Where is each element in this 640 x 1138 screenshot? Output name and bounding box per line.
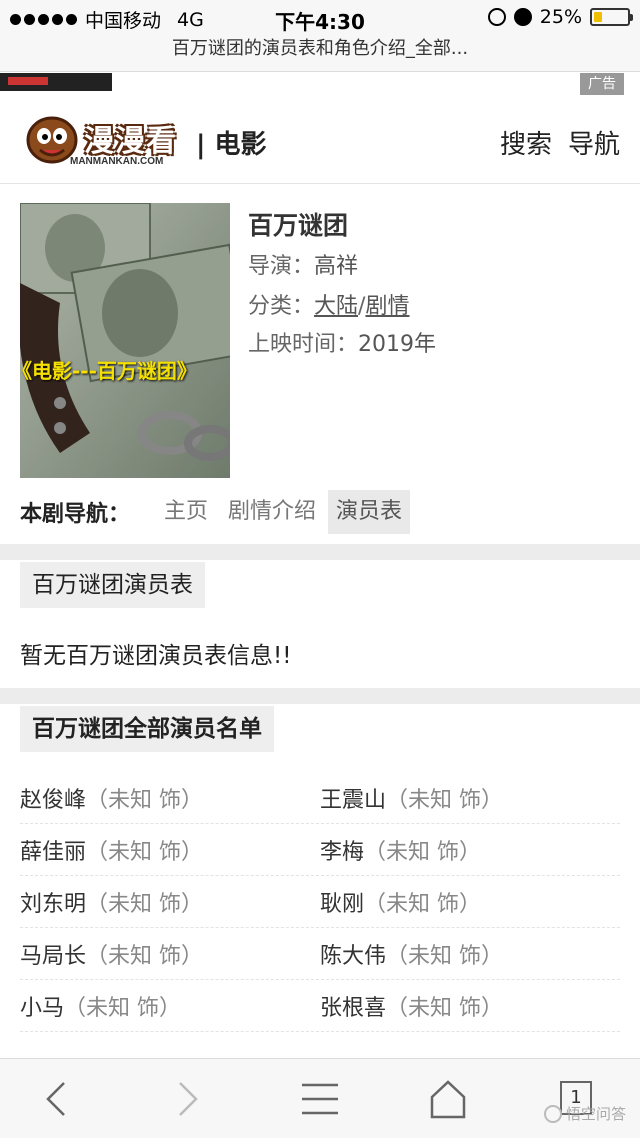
actor-name[interactable]: 马局长 xyxy=(20,944,86,969)
cast-row: 小马（未知 饰） 张根喜（未知 饰） xyxy=(20,980,620,1032)
chevron-right-icon[interactable] xyxy=(164,1077,208,1121)
ad-banner[interactable]: 广告 xyxy=(0,73,640,95)
poster-image xyxy=(20,203,230,478)
section-divider xyxy=(0,688,640,704)
orientation-lock-icon xyxy=(487,8,506,26)
cast-entry[interactable]: 耿刚（未知 饰） xyxy=(320,886,481,918)
watermark: 悟空问答 xyxy=(543,1103,626,1124)
cast-entry[interactable]: 李梅（未知 饰） xyxy=(320,834,481,866)
logo-domain: MANMANKAN.COM xyxy=(70,156,164,167)
category-link-drama[interactable]: 剧情 xyxy=(365,294,409,319)
address-bar[interactable]: 百万谜团的演员表和角色介绍_全部... xyxy=(0,34,640,72)
drama-nav-home[interactable]: 主页 xyxy=(156,490,216,534)
actor-name[interactable]: 薛佳丽 xyxy=(20,840,86,865)
cast-entry[interactable]: 王震山（未知 饰） xyxy=(320,782,503,814)
actor-name[interactable]: 王震山 xyxy=(320,788,386,813)
actor-role: （未知 饰） xyxy=(64,996,182,1021)
actor-name[interactable]: 赵俊峰 xyxy=(20,788,86,813)
actor-role: （未知 饰） xyxy=(386,996,504,1021)
browser-toolbar: 1 悟空问答 xyxy=(0,1058,640,1138)
navigation-link[interactable]: 导航 xyxy=(568,124,620,161)
chevron-left-icon[interactable] xyxy=(36,1077,80,1121)
cast-entry[interactable]: 赵俊峰（未知 饰） xyxy=(20,782,203,814)
ad-image[interactable] xyxy=(0,73,112,91)
watermark-text: 悟空问答 xyxy=(565,1105,626,1123)
director-value: 高祥 xyxy=(314,254,359,279)
director-row: 导演：高祥 xyxy=(248,248,358,280)
site-logo[interactable]: 漫漫看 MANMANKAN.COM xyxy=(22,112,192,172)
category-row: 分类：大陆/剧情 xyxy=(248,288,409,320)
cast-row: 马局长（未知 饰） 陈大伟（未知 饰） xyxy=(20,928,620,980)
cast-entry[interactable]: 马局长（未知 饰） xyxy=(20,938,203,970)
actor-role: （未知 饰） xyxy=(86,892,204,917)
actor-name[interactable]: 张根喜 xyxy=(320,996,386,1021)
actor-name[interactable]: 耿刚 xyxy=(320,892,364,917)
battery-percent: 25% xyxy=(539,6,582,28)
cast-entry[interactable]: 陈大伟（未知 饰） xyxy=(320,938,503,970)
release-row: 上映时间：2019年 xyxy=(248,326,436,358)
movie-poster[interactable]: 《电影---百万谜团》 xyxy=(20,203,230,478)
actor-role: （未知 饰） xyxy=(364,840,482,865)
ad-tag: 广告 xyxy=(580,73,624,95)
drama-nav: 本剧导航： 主页 剧情介绍 演员表 xyxy=(20,490,414,534)
category-label: 分类： xyxy=(248,294,315,319)
drama-nav-cast[interactable]: 演员表 xyxy=(328,490,411,534)
cast-table-heading: 百万谜团演员表 xyxy=(20,562,205,608)
drama-nav-plot[interactable]: 剧情介绍 xyxy=(220,490,324,534)
actor-role: （未知 饰） xyxy=(86,788,204,813)
actor-role: （未知 饰） xyxy=(386,944,504,969)
cast-row: 薛佳丽（未知 饰） 李梅（未知 饰） xyxy=(20,824,620,876)
cast-row: 刘东明（未知 饰） 耿刚（未知 饰） xyxy=(20,876,620,928)
cast-entry[interactable]: 薛佳丽（未知 饰） xyxy=(20,834,203,866)
wukong-logo-icon xyxy=(543,1104,562,1123)
cast-entry[interactable]: 小马（未知 饰） xyxy=(20,990,181,1022)
logo-wordmark: 漫漫看 xyxy=(84,124,177,159)
actor-name[interactable]: 李梅 xyxy=(320,840,364,865)
director-label: 导演： xyxy=(248,254,315,279)
cast-entry[interactable]: 刘东明（未知 饰） xyxy=(20,886,203,918)
hamburger-icon[interactable] xyxy=(298,1077,342,1121)
poster-caption: 《电影---百万谜团》 xyxy=(20,359,197,383)
cast-entry[interactable]: 张根喜（未知 饰） xyxy=(320,990,503,1022)
drama-nav-label: 本剧导航： xyxy=(20,502,131,527)
section-label: | 电影 xyxy=(196,130,267,160)
home-icon[interactable] xyxy=(426,1077,470,1121)
cast-list: 赵俊峰（未知 饰） 王震山（未知 饰） 薛佳丽（未知 饰） 李梅（未知 饰） 刘… xyxy=(20,772,620,1032)
release-value: 2019年 xyxy=(358,332,437,357)
section-divider xyxy=(0,544,640,560)
actor-role: （未知 饰） xyxy=(86,840,204,865)
actor-name[interactable]: 小马 xyxy=(20,996,64,1021)
category-link-mainland[interactable]: 大陆 xyxy=(314,294,358,319)
site-header: 漫漫看 MANMANKAN.COM | 电影 搜索 导航 xyxy=(0,96,640,184)
all-cast-heading: 百万谜团全部演员名单 xyxy=(20,706,274,752)
search-link[interactable]: 搜索 xyxy=(500,124,552,161)
release-label: 上映时间： xyxy=(248,332,359,357)
actor-role: （未知 饰） xyxy=(364,892,482,917)
actor-name[interactable]: 陈大伟 xyxy=(320,944,386,969)
cast-empty-message: 暂无百万谜团演员表信息!! xyxy=(20,643,292,669)
alarm-icon xyxy=(513,8,532,26)
cast-row: 赵俊峰（未知 饰） 王震山（未知 饰） xyxy=(20,772,620,824)
battery-icon xyxy=(590,8,633,26)
actor-role: （未知 饰） xyxy=(86,944,204,969)
page-title: 百万谜团的演员表和角色介绍_全部... xyxy=(171,38,469,59)
actor-name[interactable]: 刘东明 xyxy=(20,892,86,917)
actor-role: （未知 饰） xyxy=(386,788,504,813)
movie-title: 百万谜团 xyxy=(248,211,349,240)
status-bar: 中国移动 4G 下午4:30 25% xyxy=(0,0,640,34)
